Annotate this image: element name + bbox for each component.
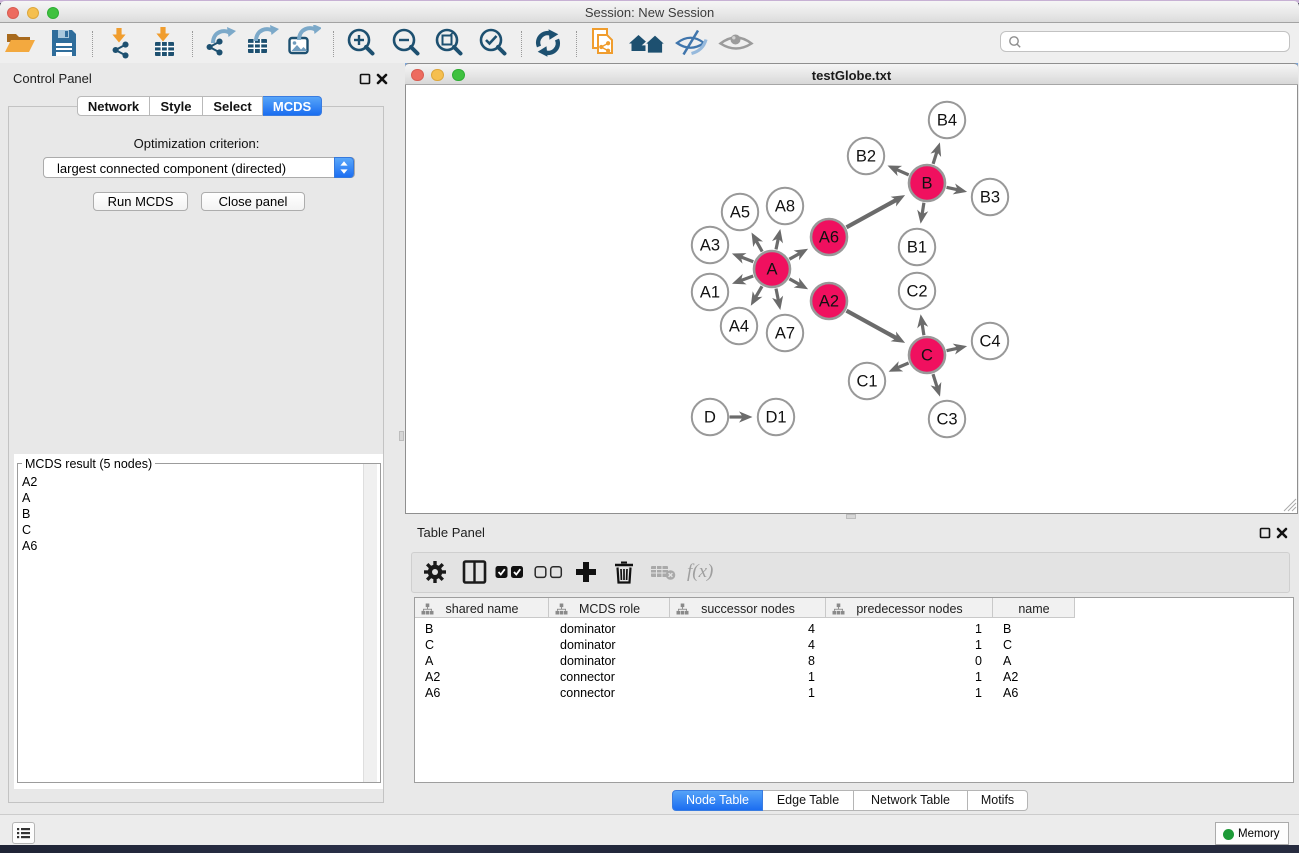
svg-text:A: A — [766, 261, 777, 279]
svg-text:A3: A3 — [700, 237, 720, 255]
svg-text:A8: A8 — [775, 198, 795, 216]
svg-text:A4: A4 — [729, 318, 749, 336]
svg-text:C: C — [921, 347, 933, 365]
svg-text:A2: A2 — [819, 293, 839, 311]
svg-text:B: B — [921, 175, 932, 193]
svg-text:A6: A6 — [819, 229, 839, 247]
svg-text:A7: A7 — [775, 325, 795, 343]
svg-text:C4: C4 — [979, 333, 1000, 351]
svg-text:D1: D1 — [765, 409, 786, 427]
svg-text:C1: C1 — [856, 373, 877, 391]
svg-text:B2: B2 — [856, 148, 876, 166]
svg-text:B4: B4 — [937, 112, 957, 130]
svg-text:B1: B1 — [907, 239, 927, 257]
svg-text:B3: B3 — [980, 189, 1000, 207]
svg-text:D: D — [704, 409, 716, 427]
svg-text:A1: A1 — [700, 284, 720, 302]
svg-text:A5: A5 — [730, 204, 750, 222]
svg-text:C2: C2 — [906, 283, 927, 301]
svg-text:C3: C3 — [936, 411, 957, 429]
